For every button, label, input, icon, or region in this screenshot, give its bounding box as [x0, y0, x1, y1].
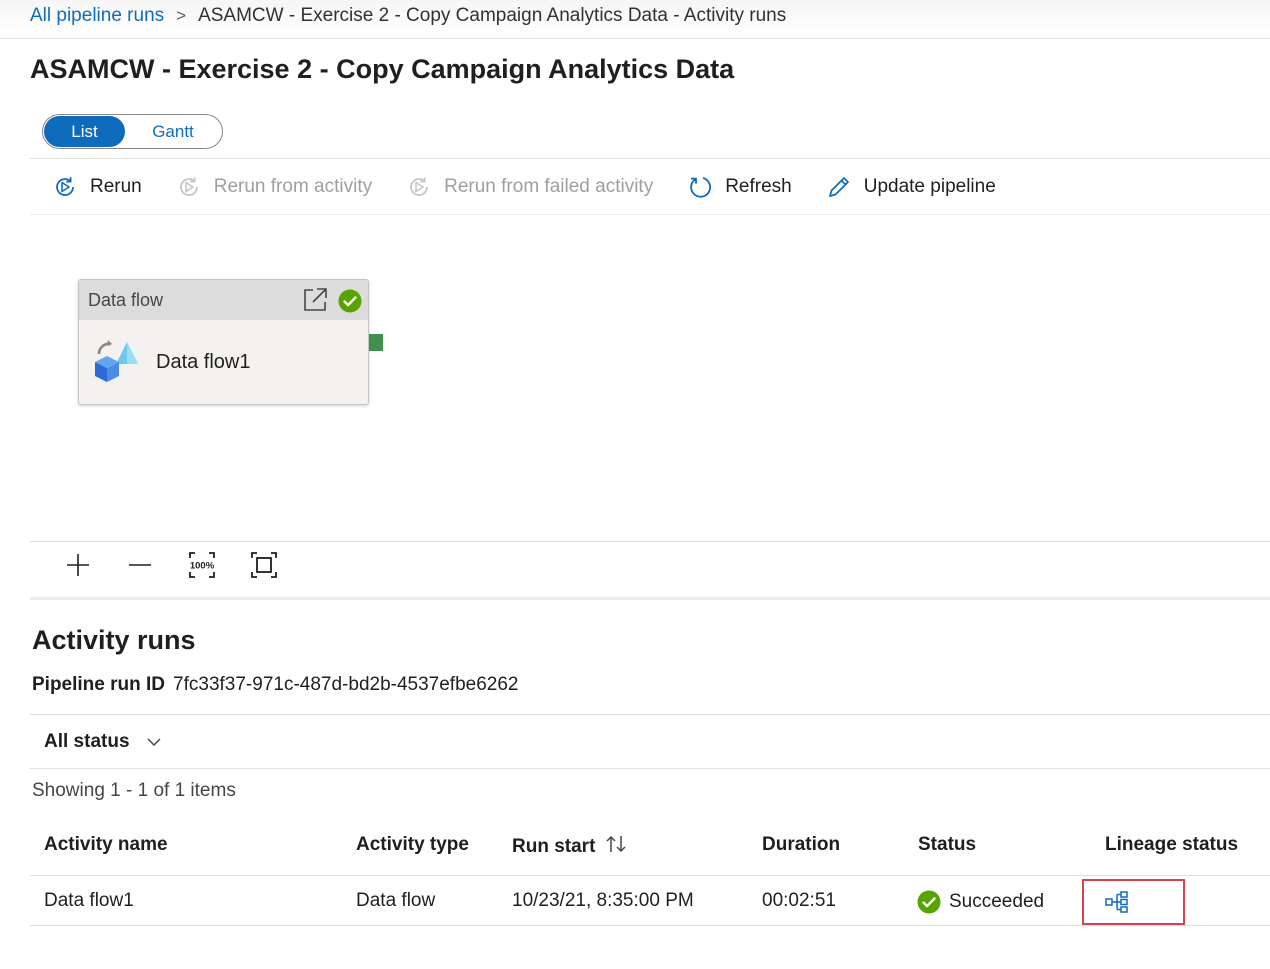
rerun-from-activity-label: Rerun from activity [213, 176, 373, 197]
toolbar: Rerun Rerun from activity Rerun from fai… [52, 168, 1030, 206]
status-filter-label: All status [44, 731, 130, 752]
update-pipeline-button[interactable]: Update pipeline [826, 174, 996, 200]
lineage-highlight-box [1082, 879, 1185, 925]
breadcrumb-current: ASAMCW - Exercise 2 - Copy Campaign Anal… [198, 5, 787, 26]
tab-list[interactable]: List [44, 116, 125, 147]
column-header-run-start[interactable]: Run start [512, 834, 629, 860]
items-count: Showing 1 - 1 of 1 items [32, 780, 236, 801]
fit-to-screen-icon [251, 552, 277, 578]
refresh-label: Refresh [725, 176, 792, 197]
activity-node-type: Data flow [88, 289, 164, 310]
zoom-100-icon: 100% [189, 552, 215, 578]
activity-node-name: Data flow1 [156, 350, 251, 373]
zoom-in-button[interactable] [58, 549, 98, 581]
rerun-icon [56, 177, 74, 196]
zoom-out-icon [129, 564, 151, 566]
divider [30, 158, 1270, 159]
pencil-icon [828, 177, 849, 197]
activity-node-header: Data flow [79, 280, 368, 320]
external-link-icon[interactable] [302, 287, 328, 318]
rerun-from-failed-activity-label: Rerun from failed activity [444, 176, 654, 197]
cell-activity-type: Data flow [356, 890, 436, 911]
cell-status: Succeeded [917, 890, 1044, 914]
zoom-controls: 100% [58, 548, 306, 582]
lineage-icon[interactable] [1105, 891, 1129, 913]
fit-to-screen-button[interactable] [244, 549, 284, 581]
zoom-100-label: 100% [190, 561, 215, 572]
status-text: Succeeded [949, 891, 1045, 912]
column-header-activity-type: Activity type [356, 834, 469, 855]
chevron-down-icon [147, 738, 161, 747]
divider [30, 768, 1270, 769]
page-title: ASAMCW - Exercise 2 - Copy Campaign Anal… [30, 54, 735, 84]
zoom-100-button[interactable]: 100% [182, 549, 222, 581]
pipeline-run-id-value: 7fc33f37-971c-487d-bd2b-4537efbe6262 [173, 674, 519, 695]
column-header-duration: Duration [762, 834, 841, 855]
column-header-activity-name: Activity name [44, 834, 168, 855]
zoom-out-button[interactable] [120, 549, 160, 581]
cell-activity-name[interactable]: Data flow1 [44, 890, 134, 912]
breadcrumb-separator: > [176, 6, 187, 25]
column-header-run-start-label: Run start [512, 836, 596, 857]
rerun-icon [410, 177, 429, 196]
success-check-icon [338, 289, 362, 318]
pipeline-canvas[interactable]: Data flow Data flow1 [30, 215, 1270, 541]
refresh-button[interactable]: Refresh [687, 174, 792, 200]
refresh-icon [690, 177, 712, 198]
pipeline-run-id: Pipeline run ID 7fc33f37-971c-487d-bd2b-… [32, 674, 518, 696]
cell-run-start: 10/23/21, 8:35:00 PM [512, 890, 694, 911]
activity-output-port[interactable] [369, 334, 383, 351]
breadcrumb-bar: All pipeline runs > ASAMCW - Exercise 2 … [0, 0, 1270, 39]
rerun-label: Rerun [90, 176, 142, 197]
cell-duration: 00:02:51 [762, 890, 836, 911]
success-check-icon [917, 890, 941, 914]
activity-runs-title: Activity runs [32, 625, 196, 655]
tab-gantt[interactable]: Gantt [125, 116, 221, 147]
activity-node-body: Data flow1 [79, 320, 368, 404]
table-header: Activity name Activity type Run start Du… [30, 826, 1270, 876]
breadcrumb: All pipeline runs > ASAMCW - Exercise 2 … [30, 5, 786, 27]
zoom-in-icon [67, 554, 89, 576]
column-header-status: Status [918, 834, 977, 855]
divider [30, 597, 1270, 600]
breadcrumb-all-pipeline-runs-link[interactable]: All pipeline runs [30, 5, 164, 27]
column-header-lineage-status: Lineage status [1105, 834, 1239, 855]
pipeline-run-id-label: Pipeline run ID [32, 674, 166, 695]
view-toggle: List Gantt [42, 114, 223, 149]
activity-node[interactable]: Data flow Data flow1 [78, 279, 369, 405]
update-pipeline-label: Update pipeline [863, 176, 996, 197]
data-flow-icon [92, 336, 138, 389]
table-row[interactable]: Data flow1 Data flow 10/23/21, 8:35:00 P… [30, 877, 1270, 926]
rerun-from-activity-button[interactable]: Rerun from activity [176, 174, 372, 200]
rerun-from-failed-activity-button[interactable]: Rerun from failed activity [406, 174, 653, 200]
sort-icon[interactable] [605, 834, 629, 860]
status-filter-dropdown[interactable]: All status [44, 731, 162, 753]
divider [30, 541, 1270, 542]
rerun-icon [179, 177, 198, 196]
rerun-button[interactable]: Rerun [52, 174, 142, 200]
divider [30, 714, 1270, 715]
